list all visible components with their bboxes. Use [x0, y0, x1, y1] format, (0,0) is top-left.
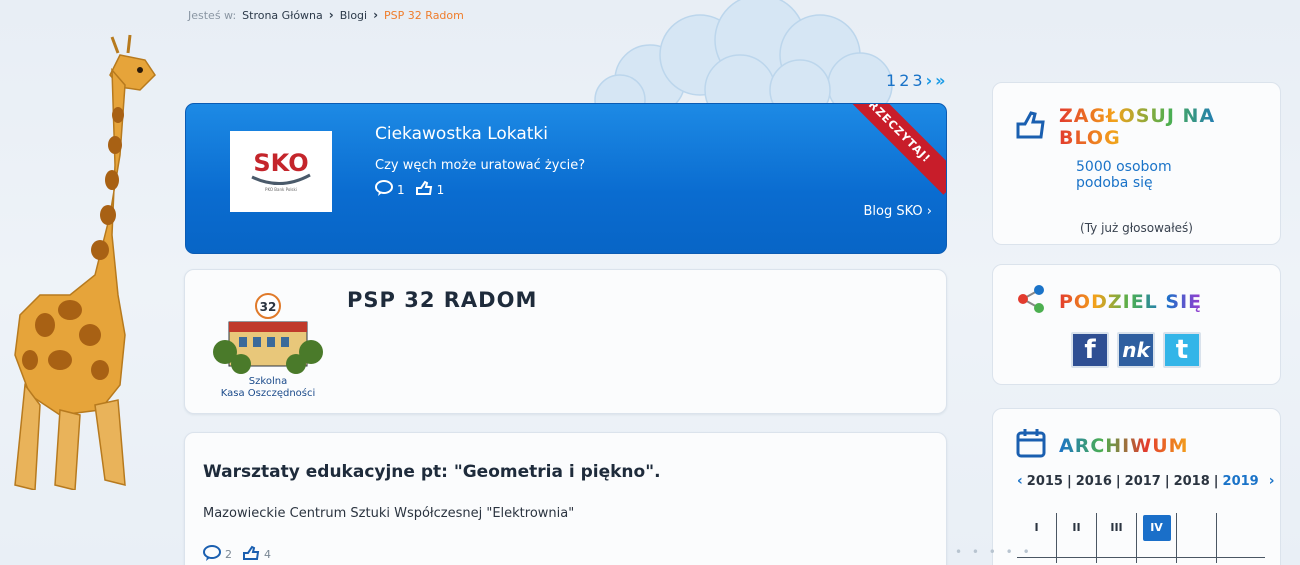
chevron-right-icon: › [328, 8, 334, 22]
month-2[interactable]: II [1057, 513, 1097, 563]
month-4[interactable]: IV [1137, 513, 1177, 563]
month-5 [1177, 513, 1217, 563]
year-2016[interactable]: 2016 [1076, 474, 1112, 489]
blog-header-card: 32 Szkolna Kasa Oszczędności PSP 32 RADO… [184, 269, 947, 414]
comment-count: 2 [225, 548, 232, 561]
blog-sko-link[interactable]: Blog SKO › [863, 204, 932, 219]
share-icon [1017, 285, 1047, 318]
vote-heading: ZAGŁOSUJ NA BLOG [1015, 105, 1280, 149]
like-count: 4 [264, 548, 271, 561]
decorative-dots: • • • • • [955, 545, 1033, 559]
share-panel: PODZIEL SIĘ f nk t [992, 264, 1281, 385]
post-card[interactable]: Warsztaty edukacyjne pt: "Geometria i pi… [184, 432, 947, 565]
year-2019[interactable]: 2019 [1223, 474, 1259, 489]
school-logo: 32 Szkolna Kasa Oszczędności [211, 292, 325, 402]
breadcrumb-blogs-link[interactable]: Blogi [340, 9, 367, 22]
chevron-left-icon[interactable]: ‹ [1017, 473, 1023, 489]
breadcrumb-prefix: Jesteś w: [188, 8, 237, 22]
nk-share-button[interactable]: nk [1117, 332, 1155, 368]
breadcrumb: Jesteś w: Strona Główna › Blogi › PSP 32… [188, 8, 464, 22]
thumbs-up-icon [415, 180, 433, 199]
giraffe-mascot-image [14, 34, 156, 490]
svg-text:SKO: SKO [253, 149, 308, 177]
archive-panel: ARCHIWUM ‹ 2015 | 2016 | 2017 | 2018 | 2… [992, 408, 1281, 565]
breadcrumb-current: PSP 32 Radom [384, 8, 464, 22]
pagination: 1 2 3 › » [886, 71, 946, 90]
share-heading: PODZIEL SIĘ [1017, 285, 1202, 318]
sko-logo: SKO PKO Bank Polski [230, 131, 332, 212]
page-link-3[interactable]: 3 [912, 71, 922, 90]
month-6 [1217, 513, 1257, 563]
svg-text:Szkolna: Szkolna [249, 376, 287, 387]
month-grid: I II III IV [1017, 513, 1257, 563]
svg-text:32: 32 [260, 300, 277, 314]
featured-stats: 1 1 [375, 180, 444, 199]
year-2017[interactable]: 2017 [1125, 474, 1161, 489]
featured-title[interactable]: Ciekawostka Lokatki [375, 124, 548, 144]
chevron-right-icon[interactable]: › [1269, 473, 1275, 489]
facebook-share-button[interactable]: f [1071, 332, 1109, 368]
featured-post-card[interactable]: SKO PKO Bank Polski Ciekawostka Lokatki … [185, 103, 947, 254]
post-description: Mazowieckie Centrum Sztuki Współczesnej … [203, 506, 575, 521]
twitter-share-button[interactable]: t [1163, 332, 1201, 368]
archive-heading: ARCHIWUM [1015, 427, 1189, 464]
page-link-2[interactable]: 2 [899, 71, 909, 90]
post-stats: 2 4 [203, 545, 271, 564]
svg-text:PKO Bank Polski: PKO Bank Polski [265, 187, 297, 192]
blog-title: PSP 32 RADOM [347, 288, 538, 312]
vote-panel: ZAGŁOSUJ NA BLOG 5000 osobom podoba się … [992, 82, 1281, 245]
thumbs-up-icon[interactable] [1015, 110, 1047, 145]
like-count: 1 [436, 182, 445, 197]
page-link-1[interactable]: 1 [886, 71, 896, 90]
last-page-icon[interactable]: » [935, 71, 945, 90]
featured-description: Czy węch może uratować życie? [375, 158, 586, 173]
breadcrumb-home-link[interactable]: Strona Główna [242, 9, 323, 22]
comment-count: 1 [397, 182, 405, 197]
year-selector: ‹ 2015 | 2016 | 2017 | 2018 | 2019 › [1017, 473, 1275, 489]
read-ribbon: PRZECZYTAJ! [830, 104, 946, 195]
comment-icon [375, 180, 393, 199]
thumbs-up-icon [242, 545, 260, 564]
year-2015[interactable]: 2015 [1027, 474, 1063, 489]
chevron-right-icon: › [373, 8, 379, 22]
cloud-decoration [594, 0, 893, 110]
social-buttons: f nk t [1071, 332, 1201, 368]
vote-count: 5000 osobom podoba się [1076, 159, 1172, 191]
comment-icon [203, 545, 221, 564]
next-page-icon[interactable]: › [926, 71, 933, 90]
svg-text:Kasa Oszczędności: Kasa Oszczędności [221, 387, 316, 399]
calendar-icon [1015, 427, 1047, 464]
month-3[interactable]: III [1097, 513, 1137, 563]
year-2018[interactable]: 2018 [1174, 474, 1210, 489]
post-title[interactable]: Warsztaty edukacyjne pt: "Geometria i pi… [203, 462, 661, 482]
month-divider [1017, 557, 1265, 558]
vote-status: (Ty już głosowałeś) [1080, 221, 1193, 235]
